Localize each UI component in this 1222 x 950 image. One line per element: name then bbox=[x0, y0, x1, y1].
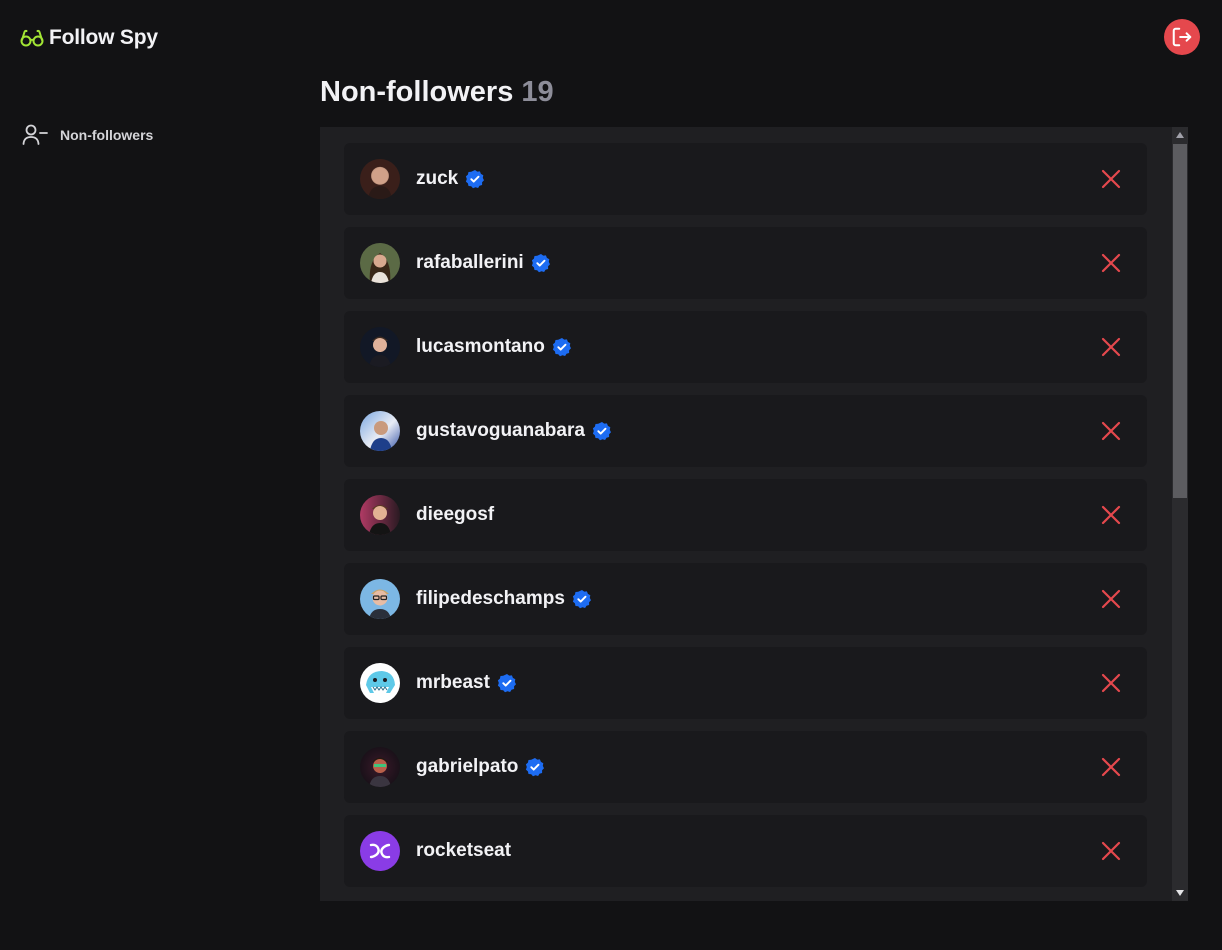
logout-button[interactable] bbox=[1164, 19, 1200, 55]
avatar bbox=[360, 243, 400, 283]
sidebar-item-non-followers[interactable]: Non-followers bbox=[22, 121, 153, 149]
close-icon bbox=[1101, 337, 1121, 357]
avatar bbox=[360, 327, 400, 367]
close-icon bbox=[1101, 589, 1121, 609]
close-icon bbox=[1101, 253, 1121, 273]
verified-badge-icon bbox=[592, 421, 612, 441]
verified-badge-icon bbox=[497, 673, 517, 693]
non-followers-list-panel: zuck rafaballerini lucasmontano gustavog… bbox=[320, 127, 1188, 901]
page-title-text: Non-followers bbox=[320, 76, 514, 108]
username: rafaballerini bbox=[416, 252, 524, 273]
remove-button[interactable] bbox=[1099, 503, 1123, 527]
close-icon bbox=[1101, 421, 1121, 441]
list-item: zuck bbox=[344, 143, 1147, 215]
list-item: filipedeschamps bbox=[344, 563, 1147, 635]
list-item: gustavoguanabara bbox=[344, 395, 1147, 467]
list-item: gabrielpato bbox=[344, 731, 1147, 803]
close-icon bbox=[1101, 757, 1121, 777]
remove-button[interactable] bbox=[1099, 419, 1123, 443]
verified-badge-icon bbox=[572, 589, 592, 609]
app-root: Follow Spy Non-followers Non-followers 1… bbox=[0, 0, 1222, 950]
brand-title: Follow Spy bbox=[49, 26, 158, 49]
close-icon bbox=[1101, 505, 1121, 525]
remove-button[interactable] bbox=[1099, 251, 1123, 275]
close-icon bbox=[1101, 169, 1121, 189]
brand: Follow Spy bbox=[20, 24, 158, 52]
scroll-thumb[interactable] bbox=[1173, 144, 1187, 498]
avatar bbox=[360, 831, 400, 871]
remove-button[interactable] bbox=[1099, 671, 1123, 695]
verified-badge-icon bbox=[552, 337, 572, 357]
verified-badge-icon bbox=[465, 169, 485, 189]
remove-button[interactable] bbox=[1099, 755, 1123, 779]
verified-badge-icon bbox=[525, 757, 545, 777]
list-item: mrbeast bbox=[344, 647, 1147, 719]
remove-button[interactable] bbox=[1099, 839, 1123, 863]
username: filipedeschamps bbox=[416, 588, 565, 609]
avatar bbox=[360, 411, 400, 451]
glasses-icon bbox=[20, 26, 44, 50]
remove-button[interactable] bbox=[1099, 167, 1123, 191]
remove-button[interactable] bbox=[1099, 587, 1123, 611]
close-icon bbox=[1101, 673, 1121, 693]
verified-badge-icon bbox=[531, 253, 551, 273]
username: zuck bbox=[416, 168, 459, 189]
scroll-down-arrow-icon[interactable] bbox=[1172, 885, 1188, 901]
non-followers-list: zuck rafaballerini lucasmontano gustavog… bbox=[344, 143, 1147, 899]
list-item: dieegosf bbox=[344, 479, 1147, 551]
username: lucasmontano bbox=[416, 336, 545, 357]
non-followers-count: 19 bbox=[521, 76, 554, 108]
username: gustavoguanabara bbox=[416, 420, 585, 441]
list-item: rafaballerini bbox=[344, 227, 1147, 299]
username: rocketseat bbox=[416, 840, 512, 861]
avatar bbox=[360, 663, 400, 703]
sidebar-item-label: Non-followers bbox=[60, 127, 154, 143]
scroll-up-arrow-icon[interactable] bbox=[1172, 127, 1188, 143]
username: dieegosf bbox=[416, 504, 495, 525]
user-minus-icon bbox=[22, 122, 48, 148]
avatar bbox=[360, 579, 400, 619]
list-item: rocketseat bbox=[344, 815, 1147, 887]
list-item: lucasmontano bbox=[344, 311, 1147, 383]
avatar bbox=[360, 159, 400, 199]
page-title: Non-followers 19 bbox=[320, 76, 554, 116]
close-icon bbox=[1101, 841, 1121, 861]
username: mrbeast bbox=[416, 672, 490, 693]
username: gabrielpato bbox=[416, 756, 519, 777]
avatar bbox=[360, 495, 400, 535]
avatar bbox=[360, 747, 400, 787]
logout-icon bbox=[1171, 26, 1193, 48]
list-scrollbar[interactable] bbox=[1172, 127, 1188, 901]
remove-button[interactable] bbox=[1099, 335, 1123, 359]
